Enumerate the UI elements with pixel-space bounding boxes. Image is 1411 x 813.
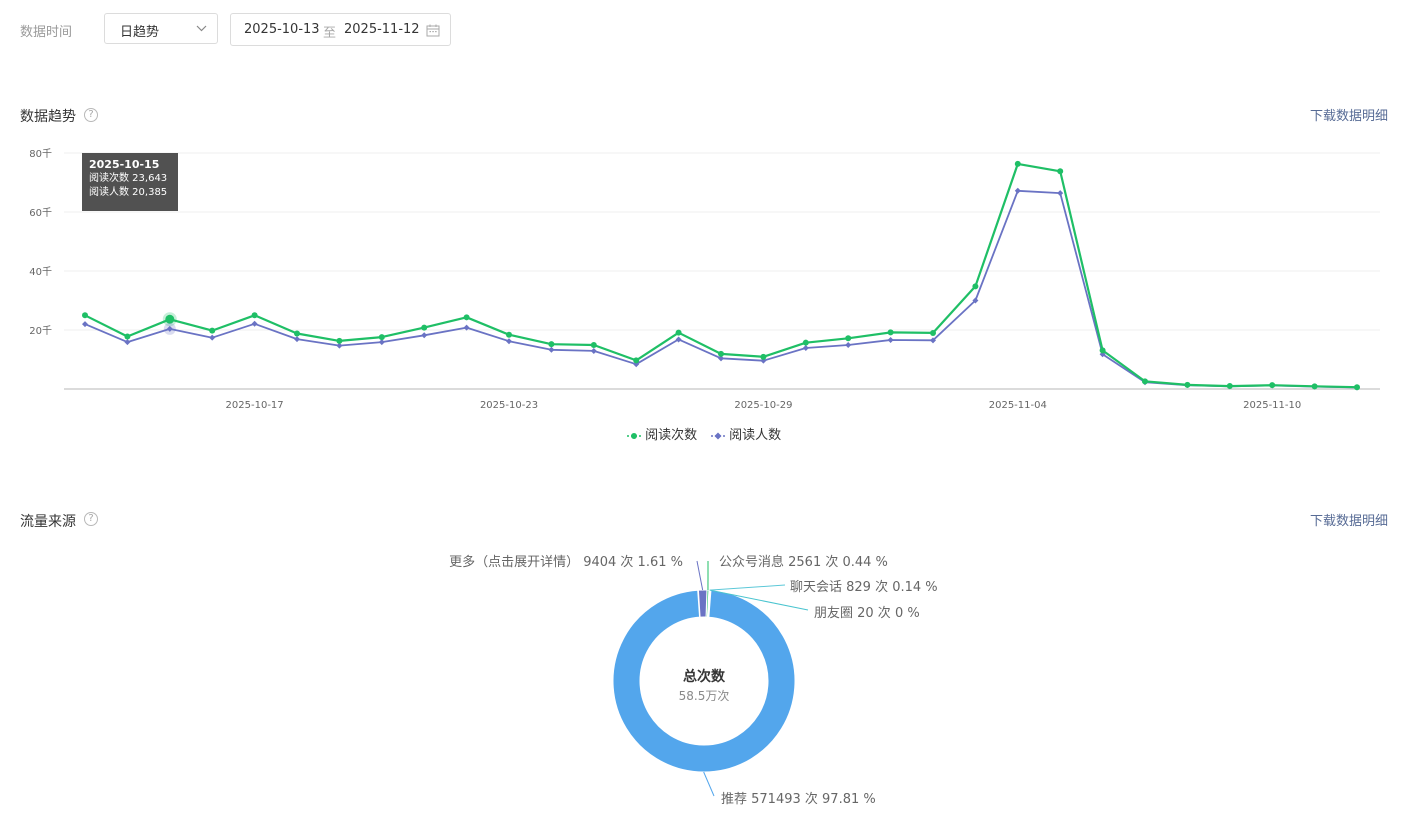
reads-point[interactable]: [633, 357, 640, 364]
date-separator: 至: [323, 26, 337, 41]
granularity-select[interactable]: 日趋势: [104, 13, 218, 44]
reads-point[interactable]: [1184, 381, 1191, 388]
label-moments: 朋友圈 20 次 0 %: [814, 606, 920, 621]
readers-point[interactable]: [802, 344, 809, 351]
y-tick-label: 60千: [29, 207, 52, 219]
date-range-picker[interactable]: 2025-10-13 至 2025-11-12: [230, 13, 451, 46]
chevron-down-icon: [196, 25, 207, 32]
tooltip-reads: 阅读次数 23,643: [89, 173, 168, 184]
y-tick-label: 80千: [29, 148, 52, 160]
y-tick-label: 20千: [29, 325, 52, 337]
label-more[interactable]: 更多（点击展开详情） 9404 次 1.61 %: [449, 551, 683, 570]
readers-point[interactable]: [421, 332, 428, 339]
source-download-link[interactable]: 下载数据明细: [1310, 510, 1388, 529]
reads-point[interactable]: [336, 337, 343, 344]
reads-point[interactable]: [845, 335, 852, 342]
reads-point[interactable]: [548, 341, 555, 348]
readers-point[interactable]: [124, 339, 131, 346]
readers-point[interactable]: [548, 346, 555, 353]
donut-center-title: 总次数: [683, 669, 725, 685]
reads-point[interactable]: [887, 329, 894, 336]
leader-line: [696, 560, 704, 591]
trend-section-title: 数据趋势: [20, 109, 76, 125]
calendar-icon[interactable]: [426, 24, 440, 37]
readers-point[interactable]: [506, 338, 512, 345]
x-tick-label: 2025-10-23: [480, 400, 538, 411]
hover-point-reads: [165, 314, 175, 324]
readers-point[interactable]: [82, 321, 88, 328]
reads-point[interactable]: [251, 312, 258, 319]
reads-point[interactable]: [1269, 382, 1276, 389]
start-date-input[interactable]: 2025-10-13: [244, 22, 320, 37]
reads-point[interactable]: [1311, 383, 1318, 390]
chart-tooltip: 2025-10-15 阅读次数 23,643 阅读人数 20,385: [82, 153, 178, 211]
reads-point[interactable]: [1057, 168, 1064, 175]
reads-point[interactable]: [1099, 347, 1106, 354]
label-official: 公众号消息 2561 次 0.44 %: [719, 555, 888, 570]
trend-help-icon[interactable]: ?: [84, 108, 98, 122]
leader-line: [709, 584, 786, 591]
readers-point[interactable]: [1014, 187, 1021, 194]
hover-point-readers: [163, 322, 176, 335]
legend-readers-label: 阅读人数: [729, 428, 782, 443]
readers-point[interactable]: [294, 336, 300, 343]
x-tick-label: 2025-11-04: [989, 400, 1047, 411]
x-tick-label: 2025-11-10: [1243, 400, 1301, 411]
reads-point[interactable]: [506, 331, 512, 338]
donut-center-value: 58.5万次: [678, 689, 730, 703]
trend-download-link[interactable]: 下载数据明细: [1310, 105, 1388, 124]
leader-line: [703, 771, 715, 797]
source-section-title: 流量来源: [20, 514, 76, 530]
label-chat: 聊天会话 829 次 0.14 %: [790, 580, 938, 595]
reads-point[interactable]: [675, 329, 682, 336]
slice-more[interactable]: [697, 589, 708, 618]
reads-point[interactable]: [82, 312, 88, 319]
legend-item-readers[interactable]: 阅读人数: [711, 424, 781, 443]
readers-point[interactable]: [845, 342, 852, 349]
tooltip-readers: 阅读人数 20,385: [89, 187, 168, 198]
data-time-label: 数据时间: [20, 25, 73, 40]
tooltip-date: 2025-10-15: [89, 158, 160, 171]
reads-point[interactable]: [930, 329, 936, 336]
reads-point[interactable]: [421, 324, 428, 331]
end-date-input[interactable]: 2025-11-12: [344, 22, 420, 37]
source-help-icon[interactable]: ?: [84, 512, 98, 526]
readers-point[interactable]: [590, 347, 597, 354]
reads-point[interactable]: [590, 342, 597, 349]
reads-point[interactable]: [124, 333, 131, 340]
reads-point[interactable]: [209, 327, 216, 334]
reads-point[interactable]: [1226, 383, 1233, 390]
x-tick-label: 2025-10-17: [226, 400, 284, 411]
reads-point[interactable]: [1354, 384, 1360, 391]
legend-reads-label: 阅读次数: [645, 428, 698, 443]
y-tick-label: 40千: [29, 266, 52, 278]
reads-point[interactable]: [972, 283, 979, 290]
legend-reads-marker-icon: [627, 432, 641, 439]
readers-point[interactable]: [209, 334, 216, 341]
reads-point[interactable]: [802, 339, 809, 346]
reads-point[interactable]: [760, 353, 767, 360]
readers-point[interactable]: [251, 320, 258, 327]
reads-point[interactable]: [463, 314, 470, 321]
reads-point[interactable]: [1142, 378, 1148, 385]
reads-point[interactable]: [1014, 160, 1021, 167]
label-recommend: 推荐 571493 次 97.81 %: [721, 792, 876, 807]
legend-item-reads[interactable]: 阅读次数: [627, 424, 697, 443]
readers-point[interactable]: [887, 337, 894, 344]
trend-line-chart[interactable]: 20千 40千 60千 80千 2025-10-17 2025-10-23 2025-10-…: [0, 140, 1411, 420]
legend-readers-marker-icon: [711, 432, 725, 439]
reads-point[interactable]: [378, 334, 385, 341]
reads-point[interactable]: [718, 350, 724, 357]
x-tick-label: 2025-10-29: [734, 400, 792, 411]
granularity-value: 日趋势: [120, 25, 160, 40]
reads-point[interactable]: [294, 330, 300, 337]
readers-point[interactable]: [1057, 190, 1064, 197]
